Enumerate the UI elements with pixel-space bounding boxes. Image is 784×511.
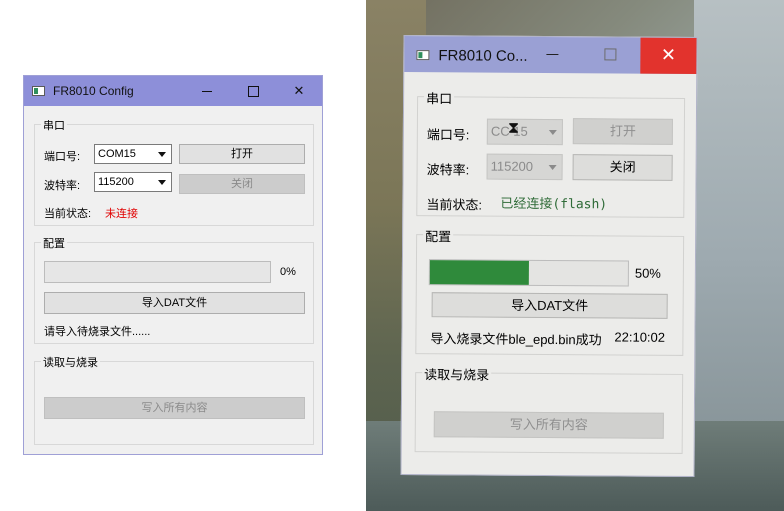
busy-cursor-icon: ⧗ xyxy=(507,119,520,137)
title-bar[interactable]: FR8010 Config ✕ xyxy=(24,76,322,106)
photo-title-bar[interactable]: FR8010 Co... ✕ xyxy=(404,35,697,75)
progress-bar xyxy=(44,261,271,283)
import-dat-button[interactable]: 导入DAT文件 xyxy=(44,292,305,314)
config-window: FR8010 Config ✕ 串口 端口号: COM15 打开 波特率: 11… xyxy=(23,75,323,455)
photo-serial-group: 串口 端口号: CC 15 ⧗ 打开 波特率: 115200 关闭 当前状态: … xyxy=(416,88,686,218)
maximize-icon xyxy=(247,86,259,98)
write-all-button[interactable]: 写入所有内容 xyxy=(44,397,305,419)
connection-status: 未连接 xyxy=(105,208,138,220)
photo-config-window: FR8010 Co... ✕ 串口 端口号: CC 15 ⧗ 打开 波特率: 1… xyxy=(400,34,698,478)
app-icon xyxy=(416,50,430,61)
progress-text: 0% xyxy=(280,266,296,278)
photo-close-port-button[interactable]: 关闭 xyxy=(572,154,673,181)
close-port-button[interactable]: 关闭 xyxy=(179,174,305,194)
chevron-down-icon xyxy=(548,164,557,171)
photo-import-time: 22:10:02 xyxy=(614,329,666,345)
minimize-button[interactable] xyxy=(184,76,230,106)
open-port-button[interactable]: 打开 xyxy=(179,144,305,164)
close-window-button[interactable]: ✕ xyxy=(276,76,322,106)
photo-burn-group-label: 读取与烧录 xyxy=(422,364,492,384)
photo-window-title: FR8010 Co... xyxy=(438,47,528,65)
chevron-down-icon xyxy=(548,129,557,136)
config-group-label: 配置 xyxy=(41,235,67,251)
config-group: 配置 0% 导入DAT文件 请导入待烧录文件...... xyxy=(34,235,314,344)
photo-config-group-label: 配置 xyxy=(423,226,454,246)
photo-baud-select[interactable]: 115200 xyxy=(486,153,563,181)
photo-import-dat-button[interactable]: 导入DAT文件 xyxy=(431,292,668,319)
serial-group-label: 串口 xyxy=(41,117,67,133)
photo-port-select[interactable]: CC 15 xyxy=(486,118,563,146)
import-hint: 请导入待烧录文件...... xyxy=(44,326,151,338)
photo-port-label: 端口号: xyxy=(426,127,470,143)
photo-progress-text: 50% xyxy=(634,265,661,281)
minimize-icon xyxy=(202,91,212,93)
photo-write-all-button[interactable]: 写入所有内容 xyxy=(433,411,664,439)
app-icon xyxy=(32,86,45,96)
baud-select[interactable]: 115200 xyxy=(94,172,172,192)
photo-progress-fill xyxy=(429,260,529,285)
photo-config-group: 配置 50% 导入DAT文件 导入烧录文件ble_epd.bin成功 22:10… xyxy=(415,226,685,356)
photo-baud-value: 115200 xyxy=(490,158,534,174)
baud-value: 115200 xyxy=(98,176,134,188)
chevron-down-icon xyxy=(158,152,166,157)
photo-status-label: 当前状态: xyxy=(426,197,483,213)
burn-group-label: 读取与烧录 xyxy=(41,354,100,370)
photo-connection-status: 已经连接(flash) xyxy=(500,196,608,213)
close-icon: ✕ xyxy=(293,83,305,98)
window-title: FR8010 Config xyxy=(53,84,134,98)
maximize-icon[interactable] xyxy=(604,48,617,61)
port-label: 端口号: xyxy=(44,151,81,163)
photo-serial-group-label: 串口 xyxy=(424,88,455,108)
photo-burn-group: 读取与烧录 写入所有内容 xyxy=(414,364,684,454)
photo-progress-bar xyxy=(428,259,629,287)
read-burn-group: 读取与烧录 写入所有内容 xyxy=(34,354,314,445)
photo-baud-label: 波特率: xyxy=(426,162,470,178)
close-icon: ✕ xyxy=(660,44,677,65)
port-select[interactable]: COM15 xyxy=(94,144,172,164)
chevron-down-icon xyxy=(158,180,166,185)
close-window-button[interactable]: ✕ xyxy=(640,37,697,75)
photo-import-result: 导入烧录文件ble_epd.bin成功 xyxy=(430,331,602,348)
minimize-icon[interactable] xyxy=(546,53,559,56)
status-label: 当前状态: xyxy=(44,208,92,220)
maximize-button[interactable] xyxy=(230,76,276,106)
serial-port-group: 串口 端口号: COM15 打开 波特率: 115200 关闭 当前状态: 未连… xyxy=(34,117,314,226)
port-value: COM15 xyxy=(98,148,136,160)
baud-label: 波特率: xyxy=(44,180,81,192)
photo-open-button[interactable]: 打开 xyxy=(572,118,673,145)
